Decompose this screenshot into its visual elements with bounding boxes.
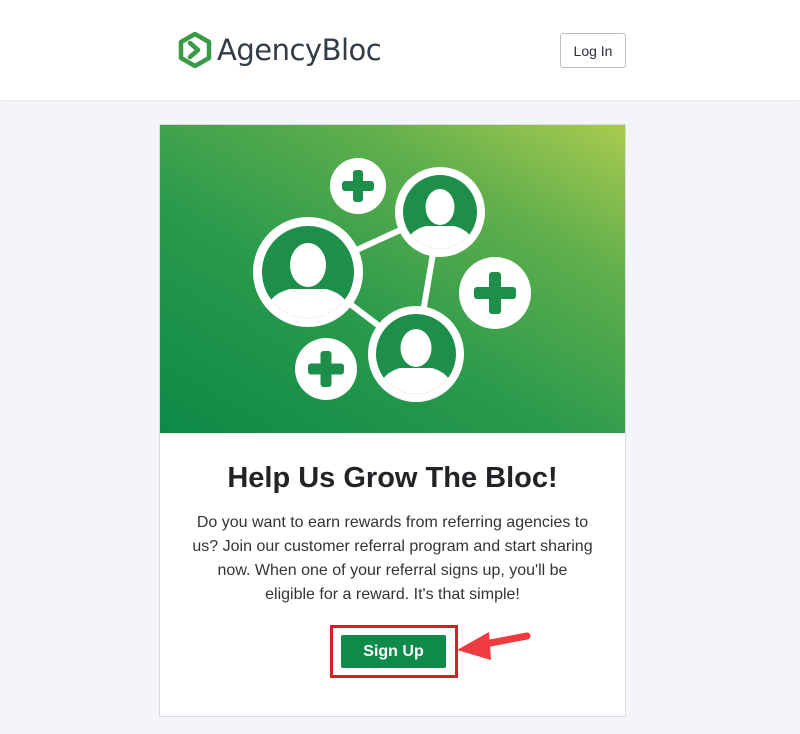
red-arrow-icon [457,632,531,660]
person-icon [253,217,363,327]
plus-icon [459,257,531,329]
login-button[interactable]: Log In [560,33,626,68]
top-header: AgencyBloc Log In [0,0,800,100]
plus-icon [295,338,357,400]
plus-icon [330,158,386,214]
person-icon [395,167,485,257]
hero-banner [160,125,625,433]
referral-card: Help Us Grow The Bloc! Do you want to ea… [159,124,626,717]
brand-name: AgencyBloc [217,33,382,67]
promo-description: Do you want to earn rewards from referri… [192,514,593,603]
agencybloc-logo[interactable]: AgencyBloc [177,28,382,72]
signup-button[interactable]: Sign Up [341,635,446,668]
person-icon [368,306,464,402]
promo-title: Help Us Grow The Bloc! [227,462,558,494]
agencybloc-hexagon-icon [178,32,212,68]
referral-network-icon [253,158,531,402]
